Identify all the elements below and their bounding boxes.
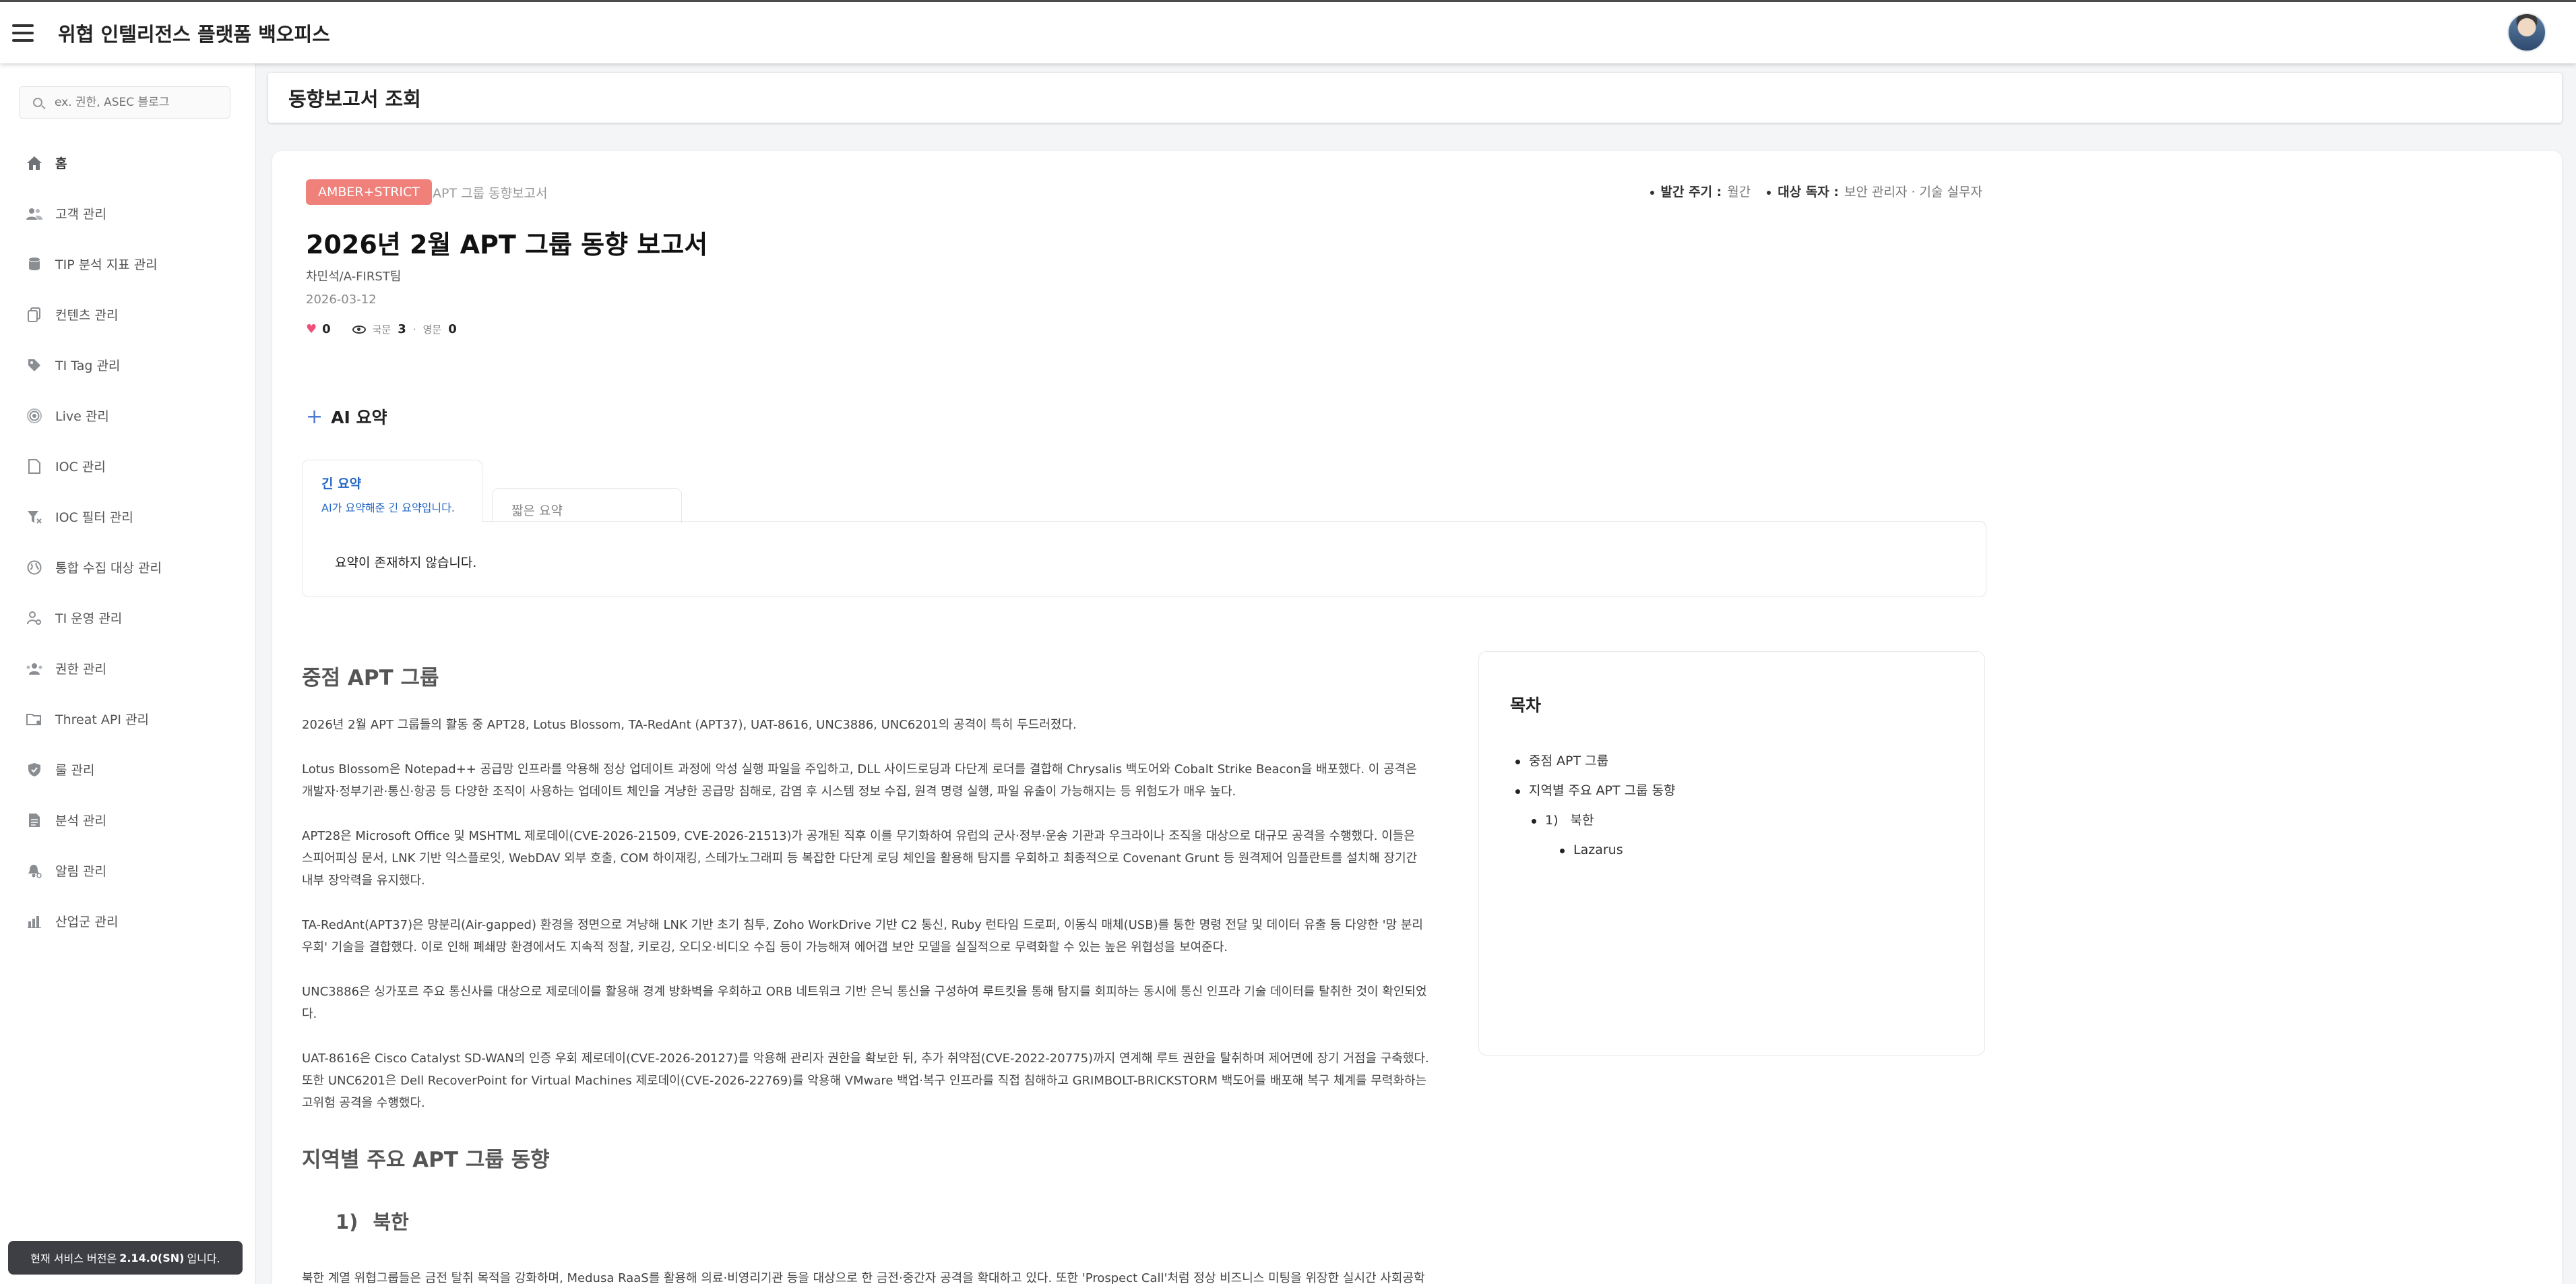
report-meta: 발간 주기 : 월간 대상 독자 : 보안 관리자 · 기술 실무자: [1650, 182, 1982, 200]
toc-item[interactable]: 지역별 주요 APT 그룹 동향: [1515, 776, 1984, 805]
document-icon: [26, 812, 43, 829]
sidebar-item-home[interactable]: 홈: [0, 137, 256, 188]
sidebar-item-ti-tag[interactable]: TI Tag 관리: [0, 340, 256, 390]
paragraph: UAT-8616은 Cisco Catalyst SD-WAN의 인증 우회 제…: [302, 1051, 1429, 1110]
sidebar-item-ioc[interactable]: IOC 관리: [0, 441, 256, 491]
like-count: 0: [322, 322, 331, 336]
sidebar-nav: 홈 고객 관리 TIP 분석 지표 관리 컨텐츠 관리 TI Tag 관리 Li…: [0, 137, 256, 946]
sidebar-item-industries[interactable]: 산업군 관리: [0, 896, 256, 946]
broadcast-icon: [26, 407, 43, 425]
sidebar-item-tip-metrics[interactable]: TIP 분석 지표 관리: [0, 239, 256, 289]
sidebar-search[interactable]: [19, 86, 230, 119]
sidebar-item-permissions[interactable]: 권한 관리: [0, 643, 256, 694]
copy-icon: [26, 306, 43, 324]
user-group-icon: [26, 660, 43, 677]
report-date: 2026-03-12: [306, 293, 377, 307]
page-title: 동향보고서 조회: [288, 88, 421, 111]
eye-icon: [352, 325, 366, 334]
paragraph: APT28은 Microsoft Office 및 MSHTML 제로데이(CV…: [302, 829, 1418, 888]
filter-icon: [26, 508, 43, 526]
target-audience: 대상 독자 : 보안 관리자 · 기술 실무자: [1767, 182, 1982, 200]
report-card: AMBER+STRICT APT 그룹 동향보고서 발간 주기 : 월간 대상 독…: [272, 151, 2562, 1284]
service-version-banner: 현재 서비스 버전은 2.14.0(SN) 입니다.: [8, 1241, 243, 1275]
report-author: 차민석/A-FIRST팀: [306, 270, 402, 284]
sidebar-item-customers[interactable]: 고객 관리: [0, 188, 256, 239]
home-icon: [26, 154, 43, 172]
api-folder-icon: [26, 710, 43, 728]
table-of-contents: 목차 중점 APT 그룹 지역별 주요 APT 그룹 동향 1) 북한 Lazar…: [1478, 651, 1985, 1056]
paragraph: 2026년 2월 APT 그룹들의 활동 중 APT28, Lotus Blos…: [302, 718, 1077, 732]
toc-list: 중점 APT 그룹 지역별 주요 APT 그룹 동향 1) 북한 Lazarus: [1510, 746, 1984, 865]
sidebar-item-contents[interactable]: 컨텐츠 관리: [0, 289, 256, 340]
version-number: 2.14.0(SN): [119, 1251, 185, 1264]
paragraph: TA-RedAnt(APT37)은 망분리(Air-gapped) 환경을 정면…: [302, 918, 1423, 954]
shield-icon: [26, 761, 43, 778]
sidebar: 홈 고객 관리 TIP 분석 지표 관리 컨텐츠 관리 TI Tag 관리: [0, 63, 256, 1284]
report-body: 중점 APT 그룹 2026년 2월 APT 그룹들의 활동 중 APT28, …: [302, 655, 1430, 1284]
toc-title: 목차: [1510, 696, 1542, 715]
tlp-badge: AMBER+STRICT: [306, 179, 432, 205]
bar-chart-icon: [26, 913, 43, 930]
section-heading-region: 지역별 주요 APT 그룹 동향: [302, 1148, 550, 1172]
paragraph: Lotus Blossom은 Notepad++ 공급망 인프라를 악용해 정상…: [302, 762, 1417, 799]
file-icon: [26, 458, 43, 475]
user-gear-icon: [26, 609, 43, 627]
tab-long-summary[interactable]: 긴 요약 AI가 요약해준 긴 요약입니다.: [302, 460, 482, 522]
sidebar-item-collection-targets[interactable]: 통합 수집 대상 관리: [0, 542, 256, 592]
sparkle-plus-icon: +: [306, 404, 323, 429]
sidebar-item-ioc-filter[interactable]: IOC 필터 관리: [0, 491, 256, 542]
ai-summary-heading: + AI 요약: [306, 404, 387, 429]
database-icon: [26, 255, 43, 273]
sidebar-item-alerts[interactable]: 알림 관리: [0, 845, 256, 896]
report-title: 2026년 2월 APT 그룹 동향 보고서: [306, 230, 708, 259]
tab-short-summary[interactable]: 짧은 요약: [492, 488, 682, 523]
page-header: 동향보고서 조회: [268, 73, 2562, 123]
summary-panel: 요약이 존재하지 않습니다.: [302, 521, 1986, 597]
report-stats: ♥ 0 국문 3 · 영문 0: [306, 322, 457, 336]
subsection-heading-north-korea: 1) 북한: [336, 1211, 409, 1233]
top-app-bar: 위협 인텔리전스 플랫폼 백오피스: [0, 0, 2576, 63]
sidebar-item-ti-operation[interactable]: TI 운영 관리: [0, 592, 256, 643]
view-count-english: 0: [448, 322, 457, 336]
toc-item[interactable]: Lazarus: [1560, 835, 1984, 865]
app-title: 위협 인텔리전스 플랫폼 백오피스: [58, 22, 330, 46]
publish-cycle: 발간 주기 : 월간: [1650, 182, 1751, 200]
sidebar-item-analysis[interactable]: 분석 관리: [0, 795, 256, 845]
heart-icon[interactable]: ♥: [306, 322, 317, 336]
user-avatar[interactable]: [2507, 13, 2546, 52]
globe-icon: [26, 559, 43, 576]
report-category: APT 그룹 동향보고서: [433, 186, 548, 201]
sidebar-item-rules[interactable]: 룰 관리: [0, 744, 256, 795]
sidebar-item-threat-api[interactable]: Threat API 관리: [0, 694, 256, 744]
hamburger-menu-icon[interactable]: [12, 24, 34, 42]
paragraph: UNC3886은 싱가포르 주요 통신사를 대상으로 제로데이를 활용해 경계 …: [302, 985, 1427, 1021]
users-icon: [26, 205, 43, 222]
tag-icon: [26, 357, 43, 374]
search-input[interactable]: [55, 96, 223, 109]
toc-item[interactable]: 1) 북한: [1532, 805, 1984, 835]
bell-icon: [26, 862, 43, 880]
search-icon: [33, 98, 42, 107]
sidebar-item-live[interactable]: Live 관리: [0, 390, 256, 441]
toc-item[interactable]: 중점 APT 그룹: [1515, 746, 1984, 776]
summary-empty-message: 요약이 존재하지 않습니다.: [335, 555, 477, 570]
section-heading-focus: 중점 APT 그룹: [302, 666, 439, 690]
paragraph: 북한 계열 위협그룹들은 금전 탈취 목적을 강화하며, Medusa RaaS…: [302, 1271, 1425, 1284]
view-count-domestic: 3: [398, 322, 406, 336]
